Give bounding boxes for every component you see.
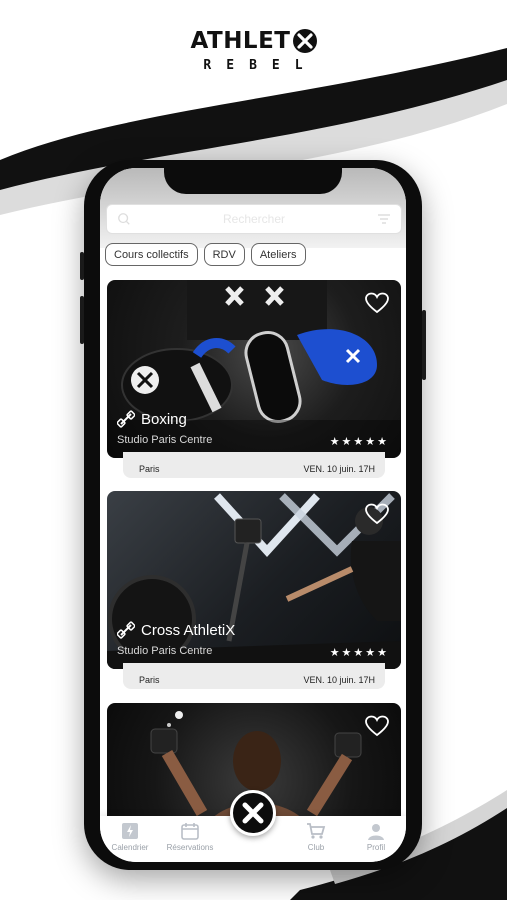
- phone-side-button: [80, 296, 84, 344]
- rating-stars: ★★★★★: [329, 647, 389, 659]
- favorite-heart-icon[interactable]: [365, 292, 389, 314]
- favorite-heart-icon[interactable]: [365, 715, 389, 737]
- nav-calendar[interactable]: Calendrier: [100, 822, 160, 852]
- profile-user-icon: [368, 824, 384, 840]
- search-input[interactable]: Rechercher: [131, 212, 377, 226]
- nav-club[interactable]: Club: [286, 822, 346, 852]
- calendar-bolt-icon: [122, 823, 138, 839]
- class-title: Cross AthletiX: [117, 621, 235, 639]
- class-date: VEN. 10 juin. 17H: [303, 464, 375, 474]
- class-name: Boxing: [141, 410, 187, 428]
- app-store-screenshot: ATHLET REBEL Rechercher Cours collectifs…: [0, 0, 507, 900]
- class-meta-row: Paris VEN. 10 juin. 17H: [123, 452, 385, 478]
- brand-name: ATHLET: [190, 28, 291, 54]
- studio-name: Studio Paris Centre: [117, 645, 213, 657]
- category-chips: Cours collectifs RDV Ateliers: [105, 243, 306, 266]
- search-icon: [118, 213, 130, 225]
- app-screen: Rechercher Cours collectifs RDV Ateliers: [100, 168, 406, 862]
- chip-cours-collectifs[interactable]: Cours collectifs: [105, 243, 198, 266]
- nav-profile[interactable]: Profil: [346, 822, 406, 852]
- class-city: Paris: [139, 464, 160, 474]
- class-title: Boxing: [117, 410, 187, 428]
- cross-athletix-photo-illustration: [107, 493, 401, 669]
- phone-power-button: [422, 310, 426, 380]
- class-meta-row: Paris VEN. 10 juin. 17H: [123, 663, 385, 689]
- class-city: Paris: [139, 675, 160, 685]
- x-logo-icon: [292, 29, 317, 53]
- reservations-calendar-icon: [181, 823, 199, 840]
- nav-club-label: Club: [307, 843, 325, 852]
- brand-subtitle: REBEL: [203, 58, 318, 73]
- brand-logo: ATHLET REBEL: [0, 28, 507, 73]
- dumbbell-icon: [117, 621, 135, 639]
- nav-calendar-label: Calendrier: [111, 843, 149, 852]
- brand-wordmark: ATHLET: [190, 28, 317, 54]
- phone-notch: [164, 160, 342, 194]
- class-image-boxing: Boxing Studio Paris Centre ★★★★★: [107, 280, 401, 458]
- chip-rdv[interactable]: RDV: [203, 243, 245, 266]
- nav-reservations-label: Réservations: [166, 843, 214, 852]
- rating-stars: ★★★★★: [329, 436, 389, 448]
- search-bar[interactable]: Rechercher: [106, 204, 402, 234]
- class-name: Cross AthletiX: [141, 621, 236, 639]
- class-card[interactable]: Boxing Studio Paris Centre ★★★★★ Paris V…: [107, 280, 401, 478]
- filter-icon[interactable]: [377, 213, 391, 225]
- cart-icon: [307, 823, 326, 839]
- class-card[interactable]: Cross AthletiX Studio Paris Centre ★★★★★…: [107, 491, 401, 689]
- studio-name: Studio Paris Centre: [117, 434, 213, 446]
- x-logo-icon: [242, 802, 264, 824]
- nav-home-x-button[interactable]: [230, 790, 276, 836]
- class-date: VEN. 10 juin. 17H: [303, 675, 375, 685]
- dumbbell-icon: [117, 410, 135, 428]
- nav-profile-label: Profil: [366, 843, 386, 852]
- nav-reservations[interactable]: Réservations: [160, 822, 220, 852]
- phone-side-button: [80, 252, 84, 280]
- bottom-navigation: Calendrier Réservations Club Profil: [100, 790, 406, 862]
- boxing-photo-illustration: [107, 280, 401, 458]
- favorite-heart-icon[interactable]: [365, 503, 389, 525]
- class-image-cross-athletix: Cross AthletiX Studio Paris Centre ★★★★★: [107, 491, 401, 669]
- chip-ateliers[interactable]: Ateliers: [250, 243, 306, 266]
